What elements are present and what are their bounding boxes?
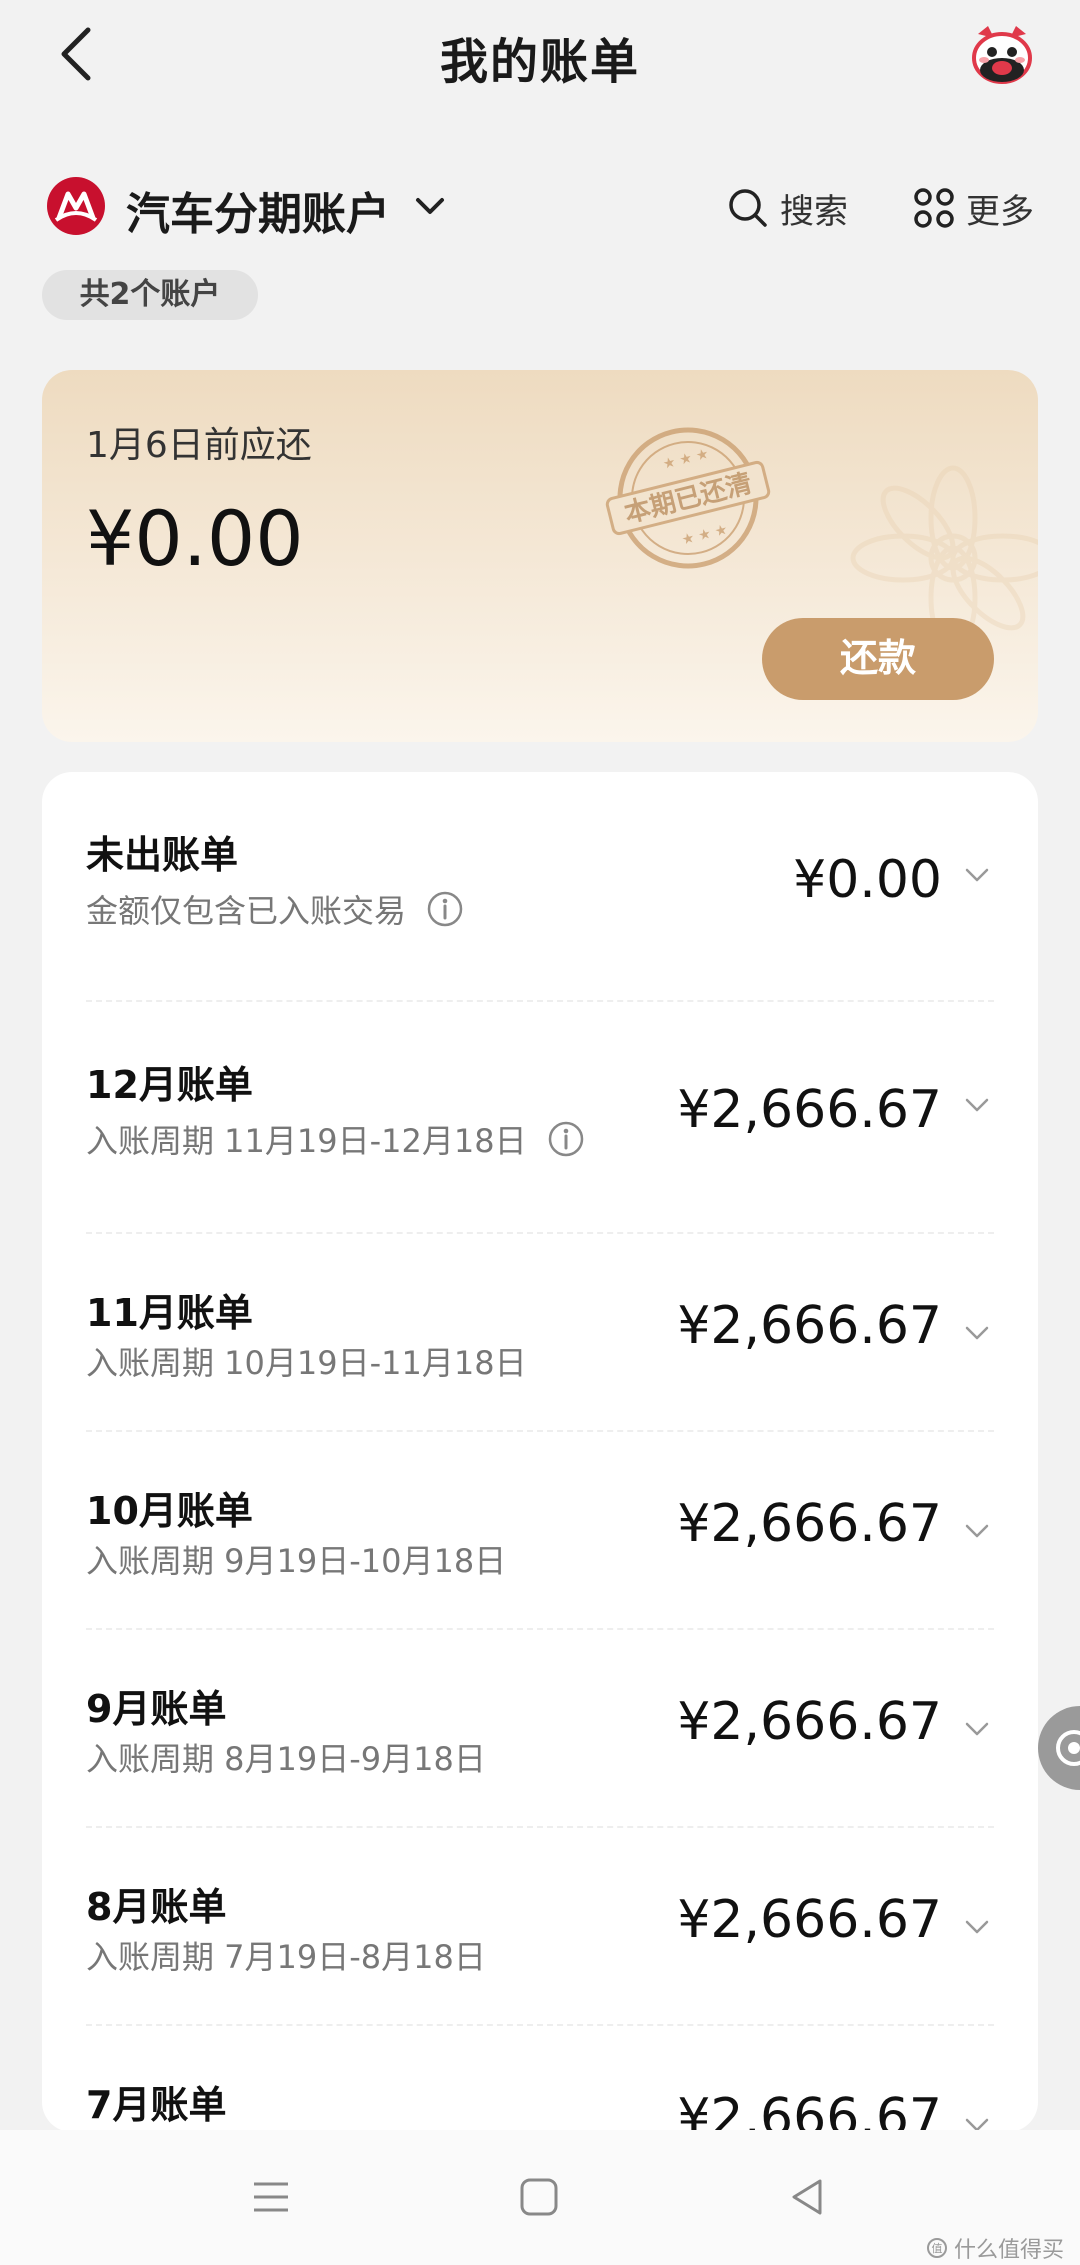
account-selector-row: 汽车分期账户 搜索 更多 bbox=[0, 168, 1080, 248]
bill-subtitle: 入账周期 11月19日-12月18日 bbox=[86, 1116, 585, 1162]
repay-button[interactable]: 还款 bbox=[762, 618, 994, 700]
bill-subtitle-text: 入账周期 8月19日-9月18日 bbox=[86, 1740, 486, 1778]
grid-more-icon bbox=[914, 188, 954, 228]
chevron-down-icon[interactable] bbox=[962, 2110, 992, 2132]
bill-amount: ¥2,666.67 bbox=[677, 2088, 942, 2132]
top-header: 我的账单 bbox=[0, 0, 1080, 110]
due-amount: ¥0.00 bbox=[86, 494, 304, 583]
bill-title: 9月账单 bbox=[86, 1687, 227, 1731]
bill-subtitle: 金额仅包含已入账交易 bbox=[86, 886, 464, 932]
bill-subtitle: 入账周期 10月19日-11月18日 bbox=[86, 1338, 527, 1384]
page-title: 我的账单 bbox=[439, 34, 640, 90]
bank-logo-icon bbox=[47, 177, 105, 235]
bill-row-august[interactable]: 8月账单 入账周期 7月19日-8月18日 ¥2,666.67 bbox=[42, 1828, 1038, 2026]
paid-stamp-icon: ★ ★ ★ ★ ★ ★ 本期已还清 bbox=[605, 427, 771, 569]
search-button[interactable]: 搜索 bbox=[726, 180, 848, 236]
bill-amount: ¥2,666.67 bbox=[677, 1296, 942, 1356]
bill-subtitle: 入账周期 9月19日-10月18日 bbox=[86, 1536, 506, 1582]
home-square-icon[interactable] bbox=[514, 2172, 564, 2222]
bill-amount: ¥2,666.67 bbox=[677, 1890, 942, 1950]
chevron-down-icon[interactable] bbox=[962, 1516, 992, 1546]
chevron-down-icon[interactable] bbox=[962, 1714, 992, 1744]
assistant-icon bbox=[1056, 1730, 1080, 1766]
bill-row-october[interactable]: 10月账单 入账周期 9月19日-10月18日 ¥2,666.67 bbox=[42, 1432, 1038, 1630]
more-label: 更多 bbox=[966, 191, 1034, 232]
bill-row-september[interactable]: 9月账单 入账周期 8月19日-9月18日 ¥2,666.67 bbox=[42, 1630, 1038, 1828]
mascot-avatar-icon[interactable] bbox=[966, 20, 1038, 92]
bill-title: 10月账单 bbox=[86, 1489, 253, 1533]
bill-subtitle: 入账周期 8月19日-9月18日 bbox=[86, 1734, 486, 1780]
bill-row-july[interactable]: 7月账单 ¥2,666.67 bbox=[42, 2026, 1038, 2132]
info-icon[interactable] bbox=[547, 1120, 585, 1158]
bill-amount: ¥2,666.67 bbox=[677, 1494, 942, 1554]
bill-amount: ¥0.00 bbox=[793, 850, 942, 910]
watermark-text: 什么值得买 bbox=[953, 2238, 1064, 2263]
due-summary-card: 1月6日前应还 ¥0.00 ★ ★ ★ ★ ★ ★ 本期已还清 还款 bbox=[42, 370, 1038, 742]
account-count-badge[interactable]: 共2个账户 bbox=[42, 270, 258, 320]
chevron-down-icon[interactable] bbox=[962, 1090, 992, 1120]
bill-subtitle-text: 入账周期 7月19日-8月18日 bbox=[86, 1938, 486, 1976]
bill-title: 8月账单 bbox=[86, 1885, 227, 1929]
svg-text:★ ★ ★: ★ ★ ★ bbox=[680, 522, 729, 549]
watermark-logo-icon: 值 bbox=[926, 2238, 947, 2258]
system-nav-bar bbox=[0, 2130, 1080, 2265]
search-icon bbox=[729, 189, 767, 227]
menu-icon[interactable] bbox=[246, 2172, 296, 2222]
chevron-down-icon[interactable] bbox=[962, 1912, 992, 1942]
info-icon[interactable] bbox=[426, 890, 464, 928]
bill-title: 7月账单 bbox=[86, 2083, 227, 2127]
bill-row-december[interactable]: 12月账单 入账周期 11月19日-12月18日 ¥2,666.67 bbox=[42, 1002, 1038, 1234]
stamp-text: 本期已还清 bbox=[622, 469, 755, 530]
bill-row-november[interactable]: 11月账单 入账周期 10月19日-11月18日 ¥2,666.67 bbox=[42, 1234, 1038, 1432]
bill-list: 未出账单 金额仅包含已入账交易 ¥0.00 12月账单 入账周期 11月19日-… bbox=[42, 772, 1038, 2132]
search-label: 搜索 bbox=[780, 191, 848, 232]
bill-row-unbilled[interactable]: 未出账单 金额仅包含已入账交易 ¥0.00 bbox=[42, 772, 1038, 1002]
bill-title: 11月账单 bbox=[86, 1291, 253, 1335]
bill-subtitle-text: 入账周期 9月19日-10月18日 bbox=[86, 1542, 507, 1580]
bill-title: 12月账单 bbox=[86, 1063, 253, 1107]
bill-title: 未出账单 bbox=[86, 833, 239, 877]
bill-subtitle-text: 入账周期 10月19日-11月18日 bbox=[86, 1344, 527, 1382]
svg-text:值: 值 bbox=[931, 2242, 942, 2255]
account-name[interactable]: 汽车分期账户 bbox=[126, 178, 390, 242]
more-button[interactable]: 更多 bbox=[912, 180, 1034, 236]
bill-subtitle-text: 入账周期 11月19日-12月18日 bbox=[86, 1122, 527, 1160]
bill-amount: ¥2,666.67 bbox=[677, 1692, 942, 1752]
chevron-down-icon[interactable] bbox=[412, 188, 448, 224]
watermark: 值 什么值得买 bbox=[926, 2232, 1064, 2264]
bill-subtitle-text: 金额仅包含已入账交易 bbox=[86, 892, 407, 930]
floating-assistant-button[interactable] bbox=[1038, 1706, 1080, 1790]
svg-text:★ ★ ★: ★ ★ ★ bbox=[661, 446, 710, 473]
chevron-down-icon[interactable] bbox=[962, 1318, 992, 1348]
bill-subtitle: 入账周期 7月19日-8月18日 bbox=[86, 1932, 486, 1978]
back-triangle-icon[interactable] bbox=[782, 2172, 832, 2222]
bill-amount: ¥2,666.67 bbox=[677, 1080, 942, 1140]
chevron-down-icon[interactable] bbox=[962, 860, 992, 890]
due-date-label: 1月6日前应还 bbox=[86, 425, 312, 466]
